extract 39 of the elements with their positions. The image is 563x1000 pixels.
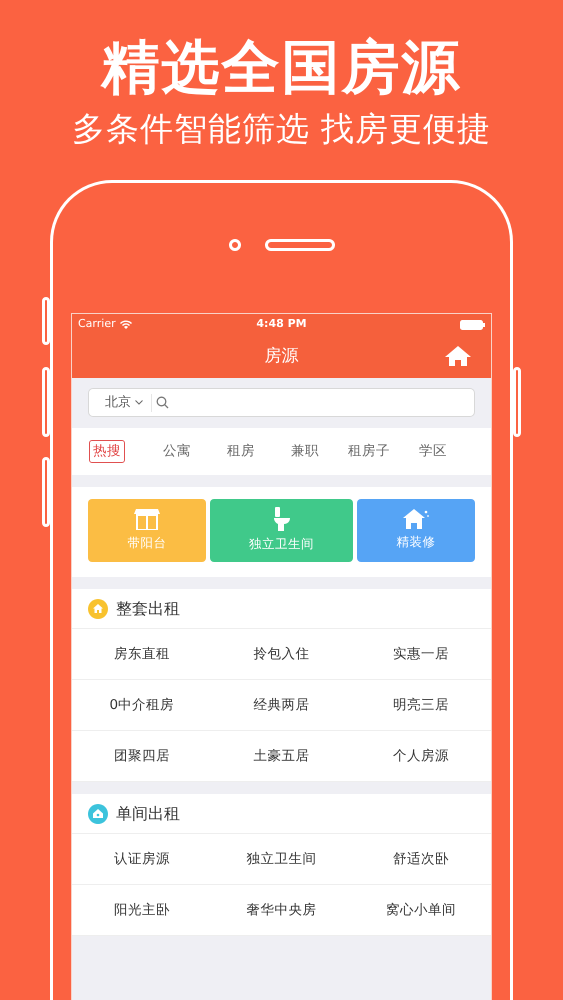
battery-icon <box>460 320 485 330</box>
search-tag[interactable]: 租房子 <box>337 441 401 462</box>
section-title: 整套出租 <box>116 598 180 620</box>
search-tag[interactable]: 租房 <box>209 441 273 462</box>
category-link[interactable]: 房东直租 <box>114 644 170 664</box>
toilet-icon <box>272 507 290 532</box>
search-tag[interactable]: 兼职 <box>273 441 337 462</box>
category-link[interactable]: 经典两居 <box>254 694 310 716</box>
category-link[interactable]: 明亮三居 <box>393 694 450 716</box>
category-link[interactable]: 窝心小单间 <box>386 900 456 920</box>
status-time: 4:48 PM <box>256 316 307 332</box>
hot-search-label: 热搜 <box>89 440 125 463</box>
category-link[interactable]: 认证房源 <box>114 848 170 870</box>
subheadline: 多条件智能筛选 找房更便捷 <box>70 112 492 145</box>
camera-dot <box>228 239 240 251</box>
house-icon <box>403 509 430 530</box>
category-link[interactable]: 团聚四居 <box>114 746 170 766</box>
category-link[interactable]: 舒适次卧 <box>393 848 450 870</box>
carrier-label: Carrier <box>78 316 116 332</box>
search-tag[interactable]: 学区 <box>401 441 465 462</box>
search-icon <box>156 396 169 409</box>
category-link[interactable]: 0中介租房 <box>110 694 174 716</box>
category-link[interactable]: 土豪五居 <box>254 746 310 766</box>
chevron-down-icon <box>135 400 143 405</box>
section-title: 单间出租 <box>116 802 180 824</box>
storefront-icon <box>134 508 160 530</box>
wifi-icon <box>120 320 132 329</box>
category-link[interactable]: 奢华中央房 <box>246 900 316 920</box>
headline: 精选全国房源 <box>100 38 462 96</box>
category-link[interactable]: 独立卫生间 <box>246 848 316 870</box>
speaker-slot <box>264 239 334 251</box>
category-link[interactable]: 实惠一居 <box>393 644 450 664</box>
category-link[interactable]: 阳光主卧 <box>114 900 170 920</box>
search-field[interactable]: 北京 <box>88 388 475 417</box>
category-link[interactable]: 拎包入住 <box>254 644 310 664</box>
home-icon[interactable] <box>445 345 471 367</box>
search-tag[interactable]: 公寓 <box>145 441 209 462</box>
category-link[interactable]: 个人房源 <box>393 746 450 766</box>
nav-title: 房源 <box>264 344 298 368</box>
